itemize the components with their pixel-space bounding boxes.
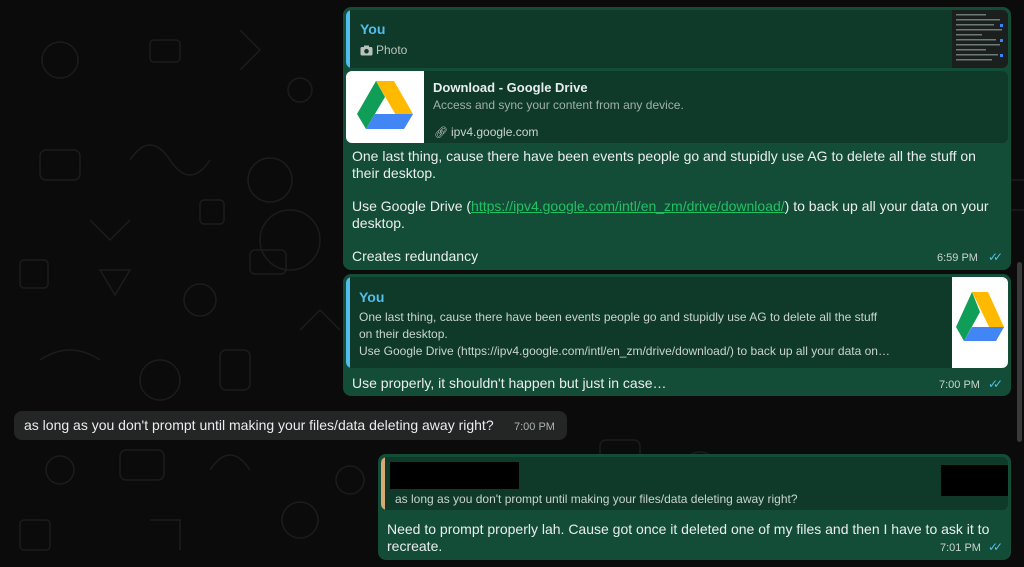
text-segment: Use Google Drive ( [352,198,472,214]
quote-accent-bar [346,277,350,368]
message-text-line: One last thing, cause there have been ev… [352,148,976,164]
chat-scrollbar[interactable] [1017,262,1022,442]
quote-accent-bar [346,10,350,68]
message-timestamp: 6:59 PM [937,252,978,264]
double-check-icon: ✓✓ [988,250,1003,264]
text-segment: ) to back up all your data on your [784,198,989,214]
quote-accent-bar [381,457,385,510]
quote-photo-thumbnail [952,10,1008,68]
quote-type-label: Photo [376,43,408,57]
camera-icon [360,43,373,61]
quoted-message-reply[interactable]: You One last thing, cause there have bee… [346,277,1008,368]
message-text-line: Use Google Drive (https://ipv4.google.co… [352,198,989,215]
redacted-thumbnail [941,465,1008,496]
quote-text-line: as long as you don't prompt until making… [395,492,798,506]
quote-text-line: on their desktop. [359,327,448,341]
message-text-line: their desktop. [352,165,437,181]
quoted-photo-reply[interactable]: You Photo [346,10,1008,68]
message-bubble-outgoing[interactable]: You One last thing, cause there have bee… [343,274,1011,396]
message-bubble-outgoing[interactable]: as long as you don't prompt until making… [378,454,1011,560]
double-check-icon: ✓✓ [988,540,1003,554]
quote-text-line: Use Google Drive (https://ipv4.google.co… [359,344,890,358]
message-timestamp: 7:00 PM [939,379,980,391]
message-bubble-outgoing[interactable]: You Photo Download - Google Drive Access… [343,7,1011,270]
quote-text-line: One last thing, cause there have been ev… [359,310,878,324]
message-text: as long as you don't prompt until making… [24,417,494,433]
message-bubble-incoming[interactable]: as long as you don't prompt until making… [14,411,567,440]
message-text-line: Need to prompt properly lah. Cause got o… [387,521,990,537]
message-text-line: desktop. [352,215,405,231]
quote-sender: You [359,289,385,305]
link-icon: 🔗︎ [434,127,448,139]
message-text: Use properly, it shouldn't happen but ju… [352,375,667,391]
message-timestamp: 7:01 PM [940,542,981,554]
quoted-message-reply[interactable]: as long as you don't prompt until making… [381,457,1008,510]
drive-download-link[interactable]: https://ipv4.google.com/intl/en_zm/drive… [471,198,785,214]
message-timestamp: 7:00 PM [514,421,555,433]
message-text-line: Creates redundancy [352,248,479,264]
preview-domain: ipv4.google.com [451,125,539,139]
link-preview-card[interactable]: Download - Google Drive Access and sync … [346,71,1008,143]
google-drive-logo [346,71,424,143]
quote-sender: You [360,21,386,37]
double-check-icon: ✓✓ [988,377,1003,391]
preview-title: Download - Google Drive [433,80,588,95]
redacted-sender-name [390,462,519,489]
message-text-line: recreate. [387,538,443,554]
google-drive-logo [952,277,1008,368]
preview-description: Access and sync your content from any de… [433,98,684,112]
